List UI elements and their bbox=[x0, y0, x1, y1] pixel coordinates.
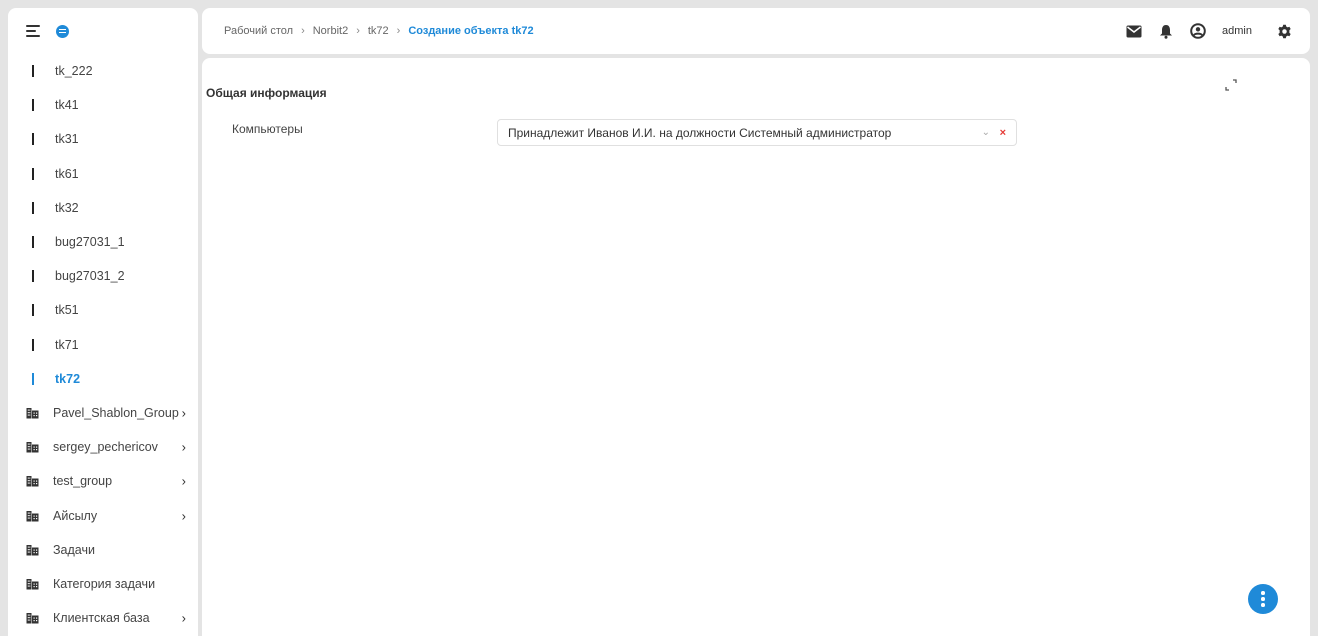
sidebar-item-label: tk72 bbox=[55, 371, 81, 386]
computers-select-value: Принадлежит Иванов И.И. на должности Сис… bbox=[508, 125, 892, 140]
sidebar-item-label: sergey_pechericov bbox=[53, 440, 158, 455]
building-icon bbox=[26, 510, 39, 522]
expand-icon[interactable] bbox=[1224, 78, 1238, 92]
logo-icon[interactable] bbox=[56, 24, 69, 38]
header-actions: admin bbox=[1126, 8, 1292, 54]
item-marker bbox=[32, 304, 34, 317]
sidebar-item[interactable]: tk72 bbox=[8, 362, 198, 396]
sidebar-item-label: test_group bbox=[53, 474, 113, 489]
item-marker bbox=[32, 236, 34, 249]
breadcrumb-item[interactable]: Norbit2 bbox=[313, 25, 348, 37]
chevron-right-icon[interactable]: › bbox=[182, 405, 186, 420]
sidebar-item-label: bug27031_2 bbox=[55, 269, 125, 284]
breadcrumb-item[interactable]: tk72 bbox=[368, 25, 389, 37]
sidebar-item[interactable]: Pavel_Shablon_Group › bbox=[8, 396, 198, 430]
building-icon bbox=[26, 441, 39, 453]
breadcrumb: Рабочий стол › Norbit2 › tk72 › Создание объек… bbox=[224, 25, 534, 37]
item-marker bbox=[32, 65, 34, 78]
sidebar-item[interactable]: tk61 bbox=[8, 157, 198, 191]
bell-icon[interactable] bbox=[1158, 23, 1174, 39]
sidebar-item[interactable]: tk41 bbox=[8, 88, 198, 122]
item-marker bbox=[32, 201, 34, 214]
sidebar-item-label: tk_222 bbox=[55, 64, 93, 79]
building-icon bbox=[26, 612, 39, 624]
mail-icon[interactable] bbox=[1126, 23, 1142, 39]
building-icon bbox=[26, 544, 39, 556]
sidebar-item[interactable]: tk51 bbox=[8, 293, 198, 327]
sidebar-list: tk_222 tk41 tk31 tk61 tk32 bug27031_1 bug27031… bbox=[8, 54, 198, 635]
sidebar: tk_222 tk41 tk31 tk61 tk32 bug27031_1 bug27031… bbox=[8, 8, 198, 636]
item-marker bbox=[32, 372, 34, 385]
sidebar-item-label: Pavel_Shablon_Group bbox=[53, 405, 179, 420]
sidebar-item-label: Клиентская база bbox=[53, 611, 150, 626]
sidebar-item[interactable]: sergey_pechericov › bbox=[8, 430, 198, 464]
menu-icon[interactable] bbox=[26, 25, 40, 37]
breadcrumb-separator-icon: › bbox=[301, 25, 305, 37]
computers-field-label: Компьютеры bbox=[232, 122, 303, 136]
sidebar-item-label: tk61 bbox=[55, 166, 79, 181]
sidebar-item[interactable]: Категория задачи bbox=[8, 567, 198, 601]
more-actions-button[interactable] bbox=[1248, 584, 1278, 614]
section-title: Общая информация bbox=[206, 86, 327, 100]
sidebar-item[interactable]: Айсылу › bbox=[8, 498, 198, 532]
chevron-right-icon[interactable]: › bbox=[182, 440, 186, 455]
sidebar-item[interactable]: tk71 bbox=[8, 328, 198, 362]
user-name[interactable]: admin bbox=[1222, 25, 1252, 37]
item-marker bbox=[32, 133, 34, 146]
breadcrumb-separator-icon: › bbox=[396, 25, 401, 37]
clear-icon[interactable]: × bbox=[1000, 127, 1006, 139]
breadcrumb-separator-icon: › bbox=[356, 25, 360, 37]
sidebar-item-label: Категория задачи bbox=[53, 576, 156, 591]
sidebar-item-label: bug27031_1 bbox=[55, 235, 125, 250]
building-icon bbox=[26, 578, 39, 590]
sidebar-item-label: Айсылу bbox=[53, 508, 98, 523]
building-icon bbox=[26, 407, 39, 419]
sidebar-header bbox=[8, 8, 198, 54]
gear-icon[interactable] bbox=[1276, 23, 1292, 39]
breadcrumb-item[interactable]: Рабочий стол bbox=[224, 25, 293, 37]
item-marker bbox=[32, 99, 34, 112]
sidebar-item[interactable]: Клиентская база › bbox=[8, 601, 198, 635]
chevron-down-icon[interactable]: ⌄ bbox=[982, 127, 994, 138]
sidebar-item-label: tk32 bbox=[55, 200, 79, 215]
item-marker bbox=[32, 338, 34, 351]
chevron-right-icon[interactable]: › bbox=[182, 508, 186, 523]
main-content: Общая информация Компьютеры Принадлежит … bbox=[202, 58, 1310, 636]
chevron-right-icon[interactable]: › bbox=[182, 611, 186, 626]
sidebar-item-label: tk31 bbox=[55, 132, 79, 147]
computers-select[interactable]: Принадлежит Иванов И.И. на должности Сис… bbox=[497, 119, 1017, 146]
sidebar-item[interactable]: Задачи bbox=[8, 533, 198, 567]
item-marker bbox=[32, 270, 34, 283]
sidebar-item-label: Задачи bbox=[53, 542, 95, 557]
sidebar-item[interactable]: bug27031_2 bbox=[8, 259, 198, 293]
item-marker bbox=[32, 167, 34, 180]
breadcrumb-current: Создание объекта tk72 bbox=[408, 25, 534, 37]
building-icon bbox=[26, 475, 39, 487]
sidebar-item[interactable]: test_group › bbox=[8, 464, 198, 498]
sidebar-item[interactable]: tk32 bbox=[8, 191, 198, 225]
sidebar-item[interactable]: bug27031_1 bbox=[8, 225, 198, 259]
sidebar-item[interactable]: tk31 bbox=[8, 122, 198, 156]
sidebar-item-label: tk51 bbox=[55, 303, 79, 318]
chevron-right-icon[interactable]: › bbox=[182, 474, 186, 489]
sidebar-item-label: tk41 bbox=[55, 98, 79, 113]
top-header: Рабочий стол › Norbit2 › tk72 › Создание объек… bbox=[202, 8, 1310, 54]
sidebar-item-label: tk71 bbox=[55, 337, 79, 352]
user-icon[interactable] bbox=[1190, 23, 1206, 39]
sidebar-item[interactable]: tk_222 bbox=[8, 54, 198, 88]
